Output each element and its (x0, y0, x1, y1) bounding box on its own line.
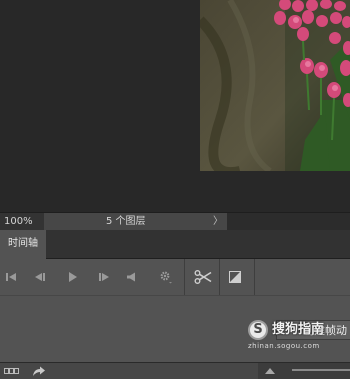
watermark: S 搜狗指南 zhinan.sogou.com (248, 318, 350, 356)
split-button[interactable] (191, 259, 215, 295)
next-frame-button[interactable] (93, 259, 115, 295)
frame-mode-icon (4, 368, 19, 374)
timeline-zoom-slider[interactable] (292, 369, 350, 371)
toolbar-divider (219, 259, 220, 295)
document-info[interactable]: 5 个图层 〉 (44, 213, 227, 230)
document-info-text: 5 个图层 (106, 216, 146, 227)
panel-tabbar: 时间轴 (0, 230, 350, 259)
zoom-out-button[interactable] (265, 363, 275, 379)
sogou-logo-icon: S (248, 320, 268, 340)
play-icon (69, 272, 77, 282)
next-frame-icon (99, 273, 109, 281)
scissors-icon (194, 270, 212, 284)
footer-left (0, 363, 258, 379)
document-canvas[interactable] (0, 0, 350, 212)
audio-button[interactable] (121, 259, 141, 295)
watermark-url: zhinan.sogou.com (248, 342, 320, 350)
play-button[interactable] (62, 259, 84, 295)
mountain-small-icon (265, 368, 275, 374)
go-to-first-frame-button[interactable] (0, 259, 22, 295)
timeline-toolbar (0, 259, 350, 295)
zoom-level[interactable]: 100% (0, 213, 44, 230)
watermark-text: 搜狗指南 (272, 322, 325, 337)
transition-icon (229, 271, 241, 283)
status-bar: 100% 5 个图层 〉 (0, 212, 350, 230)
curved-arrow-icon (33, 366, 45, 376)
timeline-body: 创建帧动 S 搜狗指南 zhinan.sogou.com (0, 295, 350, 363)
previous-frame-icon (35, 273, 45, 281)
go-to-first-frame-icon (6, 273, 16, 281)
toolbar-divider (254, 259, 255, 295)
audio-icon (127, 272, 135, 282)
transition-button[interactable] (224, 259, 246, 295)
status-bar-empty (227, 213, 350, 230)
tab-timeline[interactable]: 时间轴 (0, 230, 46, 259)
previous-frame-button[interactable] (29, 259, 51, 295)
settings-button[interactable] (155, 259, 177, 295)
frame-mode-button[interactable] (4, 363, 20, 379)
chevron-right-icon[interactable]: 〉 (213, 213, 223, 230)
timeline-footer (0, 362, 350, 379)
convert-button[interactable] (32, 363, 46, 379)
settings-gear-icon (160, 271, 172, 284)
toolbar-divider (184, 259, 185, 295)
tulip-photo (200, 0, 350, 171)
